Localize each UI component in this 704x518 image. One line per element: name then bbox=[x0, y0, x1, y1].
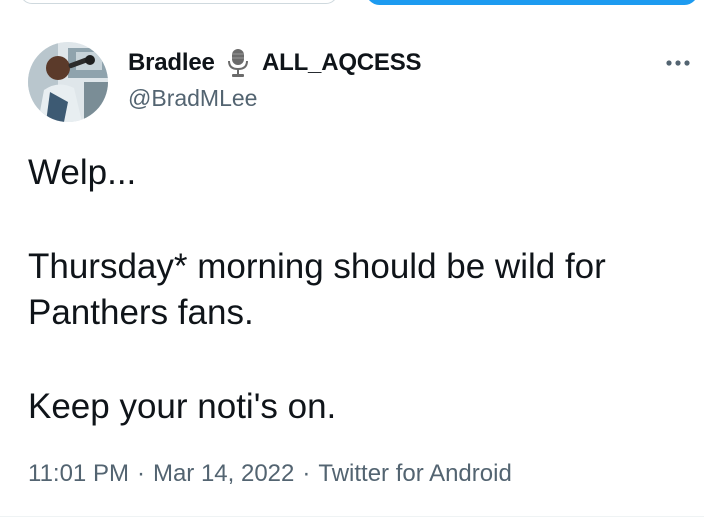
meta-separator: · bbox=[302, 460, 311, 487]
tweet-detail-view: Bradlee ALL_AQCESS @BradMLee Welp... Thu… bbox=[0, 0, 704, 518]
author-handle[interactable]: @BradMLee bbox=[128, 85, 257, 112]
tweet-line: Welp... bbox=[28, 153, 137, 192]
tweet-line: Keep your noti's on. bbox=[28, 387, 337, 426]
microphone-icon bbox=[226, 47, 250, 79]
tweet-line: Thursday* morning should be wild for bbox=[28, 247, 606, 286]
divider bbox=[0, 516, 704, 517]
top-primary-button[interactable] bbox=[366, 0, 698, 5]
tweet-meta: 11:01 PM · Mar 14, 2022 · Twitter for Androi… bbox=[28, 460, 512, 488]
tweet-text: Welp... Thursday* morning should be wild… bbox=[28, 150, 688, 430]
author-display-name[interactable]: Bradlee bbox=[128, 49, 215, 77]
more-options-icon[interactable] bbox=[660, 56, 696, 70]
top-outline-button[interactable] bbox=[20, 0, 338, 4]
author-name-suffix[interactable]: ALL_AQCESS bbox=[262, 49, 422, 77]
meta-separator: · bbox=[136, 460, 145, 487]
tweet-time[interactable]: 11:01 PM bbox=[28, 460, 129, 488]
tweet-source[interactable]: Twitter for Android bbox=[318, 460, 511, 488]
tweet-date[interactable]: Mar 14, 2022 bbox=[153, 460, 294, 488]
tweet-line: Panthers fans. bbox=[28, 293, 254, 332]
avatar[interactable] bbox=[28, 42, 108, 122]
